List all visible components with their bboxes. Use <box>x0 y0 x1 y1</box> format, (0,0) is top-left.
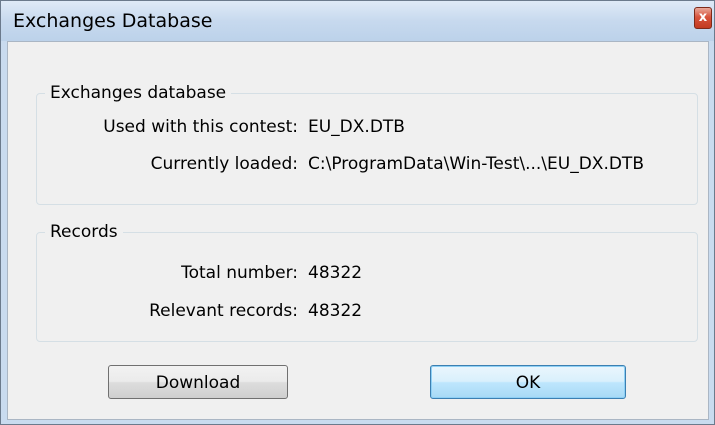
exchanges-database-group: Exchanges database <box>36 81 698 205</box>
used-with-contest-label: Used with this contest: <box>103 117 298 137</box>
total-number-value: 48322 <box>308 263 363 283</box>
exchanges-database-group-title: Exchanges database <box>45 81 232 105</box>
records-group: Records <box>36 220 698 342</box>
ok-button[interactable]: OK <box>430 365 626 399</box>
relevant-records-label-row: Relevant records: <box>8 300 298 322</box>
relevant-records-value: 48322 <box>308 301 363 321</box>
relevant-records-label: Relevant records: <box>149 301 298 321</box>
title-bar[interactable]: Exchanges Database x <box>1 1 714 41</box>
window-title: Exchanges Database <box>13 10 213 32</box>
used-with-contest-value: EU_DX.DTB <box>308 117 405 137</box>
currently-loaded-label: Currently loaded: <box>150 154 298 174</box>
used-with-contest-label-row: Used with this contest: <box>8 116 298 138</box>
currently-loaded-value: C:\ProgramData\Win-Test\...\EU_DX.DTB <box>308 154 644 174</box>
currently-loaded-label-row: Currently loaded: <box>8 153 298 175</box>
total-number-label-row: Total number: <box>8 262 298 284</box>
total-number-label: Total number: <box>181 263 298 283</box>
close-icon[interactable]: x <box>694 7 712 29</box>
dialog-window: Exchanges Database x Exchanges database … <box>0 0 715 425</box>
download-button[interactable]: Download <box>108 365 288 399</box>
records-group-title: Records <box>45 220 123 244</box>
dialog-client-area: Exchanges database Used with this contes… <box>7 41 709 420</box>
